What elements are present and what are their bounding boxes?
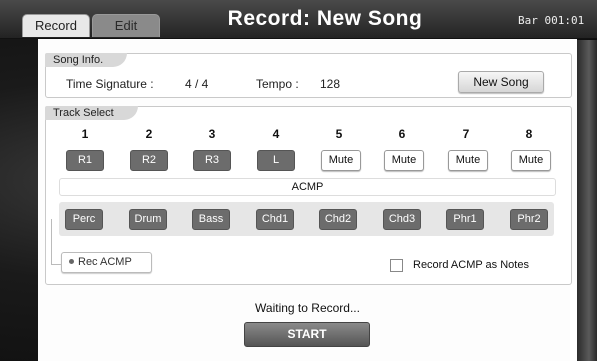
track-number: 2 xyxy=(145,127,153,141)
track-number: 3 xyxy=(208,127,216,141)
new-song-button[interactable]: New Song xyxy=(458,71,544,93)
track-button-mute-7[interactable]: Mute xyxy=(448,150,488,171)
acmp-part-perc[interactable]: Perc xyxy=(65,209,103,230)
track-number: 5 xyxy=(335,127,343,141)
song-info-group: Song Info. Time Signature : 4 / 4 Tempo … xyxy=(45,53,572,98)
track-button-mute-6[interactable]: Mute xyxy=(384,150,424,171)
record-acmp-as-notes-label: Record ACMP as Notes xyxy=(413,259,529,271)
acmp-part-chd1[interactable]: Chd1 xyxy=(256,209,294,230)
header-bar: Record Edit Record: New Song Bar 001:01 xyxy=(0,0,597,39)
bar-readout-area: Bar 001:01 xyxy=(512,10,597,32)
track-select-group: Track Select 1 2 3 4 5 6 7 8 R1 R2 R3 L … xyxy=(45,106,572,285)
track-number: 7 xyxy=(462,127,470,141)
acmp-part-bass[interactable]: Bass xyxy=(192,209,230,230)
track-button-mute-5[interactable]: Mute xyxy=(321,150,361,171)
track-select-label: Track Select xyxy=(45,106,138,120)
track-button-l[interactable]: L xyxy=(257,150,295,171)
rec-acmp-button[interactable]: Rec ACMP xyxy=(61,252,152,273)
tempo-value: 128 xyxy=(320,77,341,91)
tempo-label: Tempo : xyxy=(256,77,299,91)
acmp-part-chd2[interactable]: Chd2 xyxy=(319,209,357,230)
record-acmp-as-notes-checkbox[interactable] xyxy=(390,259,403,272)
bar-readout: Bar 001:01 xyxy=(518,14,585,27)
time-signature-value: 4 / 4 xyxy=(185,77,209,91)
acmp-label-bar: ACMP xyxy=(59,178,556,196)
tab-edit[interactable]: Edit xyxy=(92,14,160,37)
status-text: Waiting to Record... xyxy=(255,301,360,315)
acmp-part-phr1[interactable]: Phr1 xyxy=(446,209,484,230)
acmp-part-phr2[interactable]: Phr2 xyxy=(510,209,548,230)
track-number: 8 xyxy=(525,127,533,141)
acmp-parts-row: Perc Drum Bass Chd1 Chd2 Chd3 Phr1 Phr2 xyxy=(59,202,554,236)
rec-led-icon xyxy=(69,259,74,265)
acmp-part-drum[interactable]: Drum xyxy=(129,209,167,230)
time-signature-label: Time Signature : xyxy=(66,77,154,91)
track-button-mute-8[interactable]: Mute xyxy=(511,150,551,171)
track-number: 1 xyxy=(81,127,89,141)
page-title: Record: New Song xyxy=(227,7,423,30)
acmp-part-chd3[interactable]: Chd3 xyxy=(383,209,421,230)
tab-record[interactable]: Record xyxy=(22,14,90,37)
start-button[interactable]: START xyxy=(244,322,370,347)
track-number: 4 xyxy=(272,127,280,141)
track-number: 6 xyxy=(398,127,406,141)
track-button-r1[interactable]: R1 xyxy=(66,150,104,171)
track-button-r3[interactable]: R3 xyxy=(193,150,231,171)
rec-acmp-label: Rec ACMP xyxy=(78,256,132,268)
song-info-label: Song Info. xyxy=(45,53,128,67)
track-button-r2[interactable]: R2 xyxy=(130,150,168,171)
main-panel: Song Info. Time Signature : 4 / 4 Tempo … xyxy=(38,39,577,361)
